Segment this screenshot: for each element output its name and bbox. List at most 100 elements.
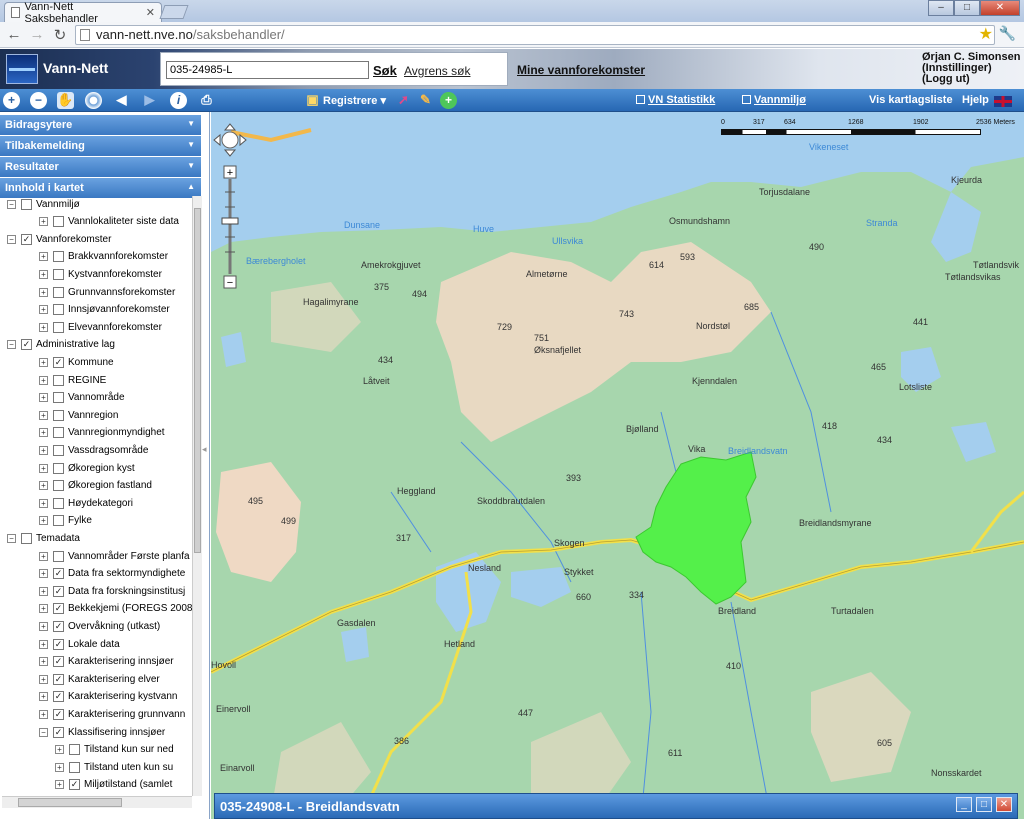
maximize-panel-button[interactable]: □ <box>976 797 992 812</box>
layer-checkbox[interactable]: ✓ <box>53 656 64 668</box>
expand-icon[interactable]: + <box>39 621 48 631</box>
layer-checkbox[interactable]: ✓ <box>53 568 64 580</box>
expand-icon[interactable]: + <box>39 322 48 332</box>
layer-checkbox[interactable]: ✓ <box>53 673 64 685</box>
pan-arrows-icon[interactable] <box>213 123 247 157</box>
tree-item[interactable]: + Kystvannforekomster <box>39 266 162 282</box>
tree-vertical-scrollbar[interactable] <box>192 196 202 796</box>
layer-checkbox[interactable] <box>53 251 64 263</box>
collapse-icon[interactable]: − <box>7 199 16 209</box>
vannmiljo-link[interactable]: Vannmiljø <box>742 94 806 106</box>
my-water-bodies-link[interactable]: Mine vannforekomster <box>517 63 645 77</box>
layer-checkbox[interactable]: ✓ <box>21 339 32 351</box>
print-icon[interactable]: ⎙ <box>198 92 215 109</box>
layer-checkbox[interactable]: ✓ <box>53 726 64 738</box>
layer-checkbox[interactable]: ✓ <box>21 233 32 245</box>
close-window-button[interactable]: ✕ <box>980 0 1020 16</box>
tree-item[interactable]: + Høydekategori <box>39 495 133 511</box>
tree-item[interactable]: + Vannområder Første planfa <box>39 548 190 564</box>
back-arrow-icon[interactable]: ◀ <box>113 92 130 109</box>
uk-flag-icon[interactable] <box>994 96 1012 107</box>
scroll-thumb[interactable] <box>194 208 201 553</box>
layer-checkbox[interactable]: ✓ <box>53 585 64 597</box>
tree-item[interactable]: + Grunnvannsforekomster <box>39 284 175 300</box>
expand-icon[interactable]: + <box>39 481 48 491</box>
collapse-icon[interactable]: − <box>7 234 16 244</box>
refine-search-link[interactable]: Avgrens søk <box>404 64 470 78</box>
expand-icon[interactable]: + <box>39 639 48 649</box>
zoom-out-icon[interactable]: − <box>30 92 47 109</box>
wrench-icon[interactable]: 🔧 <box>999 25 1016 42</box>
tree-item[interactable]: + REGINE <box>39 372 106 388</box>
tree-item[interactable]: − Vannmiljø <box>7 196 80 212</box>
layer-checkbox[interactable] <box>53 515 64 527</box>
zoom-extent-icon[interactable] <box>85 92 102 109</box>
expand-icon[interactable]: + <box>39 657 48 667</box>
tree-item[interactable]: + Vannregion <box>39 407 118 423</box>
layer-checkbox[interactable] <box>53 480 64 492</box>
expand-icon[interactable]: + <box>39 516 48 526</box>
back-icon[interactable]: ← <box>5 26 23 43</box>
layer-checkbox[interactable] <box>69 744 80 756</box>
layer-checkbox[interactable] <box>53 550 64 562</box>
close-panel-button[interactable]: ✕ <box>996 797 1012 812</box>
highlighted-water-body[interactable] <box>635 451 757 605</box>
expand-icon[interactable]: + <box>39 252 48 262</box>
tab-close-icon[interactable]: ✕ <box>146 6 155 19</box>
tree-item[interactable]: + Tilstand kun sur ned <box>55 742 174 758</box>
tree-item[interactable]: + ✓ Lokale data <box>39 636 120 652</box>
expand-icon[interactable]: + <box>55 745 64 755</box>
section-contributors[interactable]: Bidragsytere ▼ <box>0 115 201 135</box>
layer-checkbox[interactable] <box>53 216 64 228</box>
search-button[interactable]: Søk <box>373 63 397 78</box>
layer-checkbox[interactable] <box>53 268 64 280</box>
layer-checkbox[interactable] <box>53 444 64 456</box>
tree-item[interactable]: + ✓ Data fra sektormyndighete <box>39 566 185 582</box>
tree-item[interactable]: + Vassdragsområde <box>39 442 148 458</box>
expand-icon[interactable]: + <box>39 393 48 403</box>
layer-checkbox[interactable] <box>21 532 32 544</box>
tree-item[interactable]: + Brakkvannforekomster <box>39 249 168 265</box>
info-icon[interactable]: i <box>170 92 187 109</box>
expand-icon[interactable]: + <box>39 305 48 315</box>
section-results[interactable]: Resultater ▼ <box>0 157 201 177</box>
tree-item[interactable]: + ✓ Bekkekjemi (FOREGS 2008 <box>39 601 192 617</box>
register-menu[interactable]: Registrere ▾ <box>323 94 386 107</box>
address-bar[interactable]: vann-nett.nve.no/saksbehandler/ <box>75 25 995 45</box>
expand-icon[interactable]: + <box>39 463 48 473</box>
expand-icon[interactable]: + <box>39 375 48 385</box>
layer-checkbox[interactable]: ✓ <box>69 779 80 791</box>
layer-checkbox[interactable]: ✓ <box>53 708 64 720</box>
layer-checkbox[interactable]: ✓ <box>53 638 64 650</box>
tree-item[interactable]: + Vannområde <box>39 390 125 406</box>
tree-item[interactable]: + ✓ Karakterisering innsjøer <box>39 654 174 670</box>
select-tool-icon[interactable]: ➚ <box>395 92 412 109</box>
layer-checkbox[interactable] <box>53 321 64 333</box>
layer-checkbox[interactable] <box>69 761 80 773</box>
expand-icon[interactable]: + <box>39 428 48 438</box>
tree-item[interactable]: − ✓ Vannforekomster <box>7 231 111 247</box>
layer-checkbox[interactable]: ✓ <box>53 356 64 368</box>
tree-item[interactable]: + ✓ Miljøtilstand (samlet <box>55 777 172 793</box>
tree-item[interactable]: + Tilstand uten kun su <box>55 759 173 775</box>
expand-icon[interactable]: + <box>39 551 48 561</box>
tree-horizontal-scrollbar[interactable] <box>2 796 192 808</box>
section-feedback[interactable]: Tilbakemelding ▼ <box>0 136 201 156</box>
tree-item[interactable]: + Innsjøvannforekomster <box>39 302 170 318</box>
layer-checkbox[interactable] <box>53 374 64 386</box>
maximize-window-button[interactable]: □ <box>954 0 980 16</box>
pan-hand-icon[interactable]: ✋ <box>57 92 74 109</box>
tree-item[interactable]: + Vannregionmyndighet <box>39 425 165 441</box>
layer-checkbox[interactable] <box>53 497 64 509</box>
expand-icon[interactable]: + <box>39 692 48 702</box>
layer-checkbox[interactable] <box>53 392 64 404</box>
search-input[interactable] <box>166 61 369 79</box>
tree-item[interactable]: + ✓ Karakterisering grunnvann <box>39 706 185 722</box>
expand-icon[interactable]: + <box>39 410 48 420</box>
tree-item[interactable]: + ✓ Karakterisering elver <box>39 671 160 687</box>
layer-checkbox[interactable] <box>53 409 64 421</box>
browser-tab[interactable]: Vann-Nett Saksbehandler ✕ <box>4 1 162 25</box>
tree-item[interactable]: + ✓ Overvåkning (utkast) <box>39 618 160 634</box>
tree-item[interactable]: − ✓ Administrative lag <box>7 337 115 353</box>
layer-checkbox[interactable] <box>53 286 64 298</box>
